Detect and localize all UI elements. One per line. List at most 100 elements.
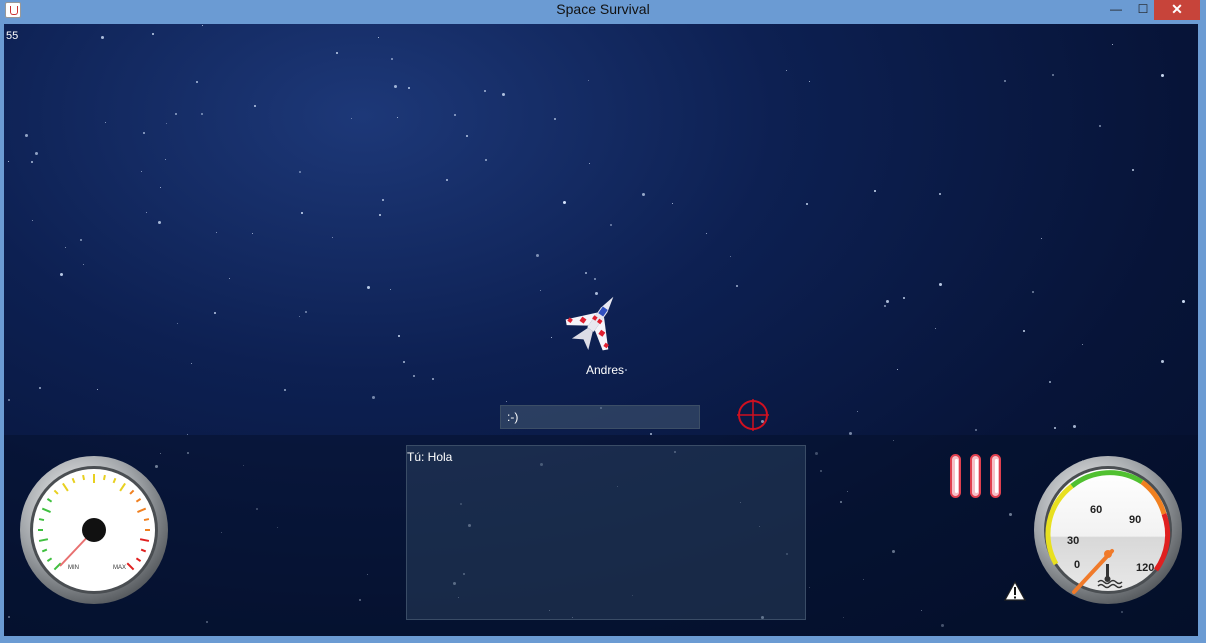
star [536, 254, 539, 257]
temp-tick-label: 120 [1136, 562, 1154, 574]
spaceship [565, 296, 614, 351]
star [730, 256, 731, 257]
chat-input[interactable]: :-) [500, 405, 700, 429]
star [390, 289, 391, 290]
star [1182, 300, 1185, 303]
star [786, 70, 787, 71]
star [177, 323, 178, 324]
star [1161, 74, 1164, 77]
minimize-button[interactable]: — [1103, 0, 1129, 20]
star [884, 305, 886, 307]
star [642, 193, 645, 196]
star [485, 159, 487, 161]
fps-counter: 55 [6, 30, 19, 42]
star [165, 159, 166, 160]
star [1041, 238, 1042, 239]
star [939, 283, 942, 286]
star [1032, 291, 1034, 293]
star [397, 117, 398, 118]
star [809, 81, 810, 82]
star [8, 399, 10, 401]
star [372, 396, 375, 399]
star [563, 201, 566, 204]
star [806, 203, 808, 205]
ammo-bar [990, 454, 1001, 498]
temp-tick-label: 0 [1074, 559, 1080, 571]
maximize-button[interactable]: ☐ [1130, 0, 1156, 20]
star [65, 247, 66, 248]
star [506, 401, 507, 402]
star [8, 161, 9, 162]
star [216, 232, 217, 233]
game-canvas[interactable]: 55 Andres :-) Tú: Hola MIN MAX 0 30 60 9… [4, 24, 1198, 636]
star [39, 387, 41, 389]
star [413, 375, 415, 377]
star [903, 297, 905, 299]
chat-message: Tú: Hola [407, 450, 453, 464]
star [60, 273, 63, 276]
star [1023, 330, 1025, 332]
warning-icon [1004, 581, 1026, 601]
star [105, 122, 106, 123]
star [540, 290, 541, 291]
star [1082, 344, 1083, 345]
star [158, 221, 161, 224]
star [394, 85, 397, 88]
star [336, 52, 338, 54]
star [299, 316, 300, 317]
star [378, 37, 379, 38]
speed-gauge: MIN MAX [20, 456, 168, 604]
star [382, 199, 384, 201]
star [160, 187, 161, 188]
speed-max-label: MAX [113, 565, 126, 571]
star [367, 286, 370, 289]
star [191, 363, 192, 364]
star [1073, 425, 1076, 428]
star [610, 224, 612, 226]
star [202, 25, 203, 26]
ammo-indicator [950, 454, 1006, 500]
star [101, 36, 104, 39]
star [398, 335, 400, 337]
star [554, 118, 556, 120]
star [214, 312, 216, 314]
close-button[interactable]: ✕ [1154, 0, 1200, 20]
chat-log: Tú: Hola [406, 445, 806, 620]
star [594, 278, 596, 280]
star [935, 328, 936, 329]
star [80, 239, 82, 241]
star [201, 113, 203, 115]
ammo-bar [950, 454, 961, 498]
temp-tick-label: 30 [1067, 535, 1079, 547]
temp-tick-label: 60 [1090, 504, 1102, 516]
star [35, 152, 38, 155]
star [403, 361, 405, 363]
star [284, 389, 286, 391]
star [1054, 427, 1056, 429]
star [305, 311, 307, 313]
star [484, 90, 486, 92]
star [83, 264, 84, 265]
star [141, 171, 142, 172]
star [391, 58, 393, 60]
star [1049, 381, 1051, 383]
star [874, 190, 876, 192]
temperature-gauge: 0 30 60 90 120 [1034, 456, 1182, 604]
window-title: Space Survival [556, 1, 650, 17]
crosshair-icon [737, 399, 769, 431]
star [466, 135, 468, 137]
star [379, 214, 381, 216]
star [166, 123, 167, 124]
star [588, 80, 589, 81]
star [25, 134, 28, 137]
speed-min-label: MIN [68, 565, 79, 571]
star [897, 369, 898, 370]
star [886, 300, 889, 303]
star [706, 233, 707, 234]
star [229, 278, 230, 279]
star [1052, 74, 1054, 76]
star [551, 337, 552, 338]
star [446, 179, 448, 181]
star [152, 33, 154, 35]
star [736, 285, 738, 287]
